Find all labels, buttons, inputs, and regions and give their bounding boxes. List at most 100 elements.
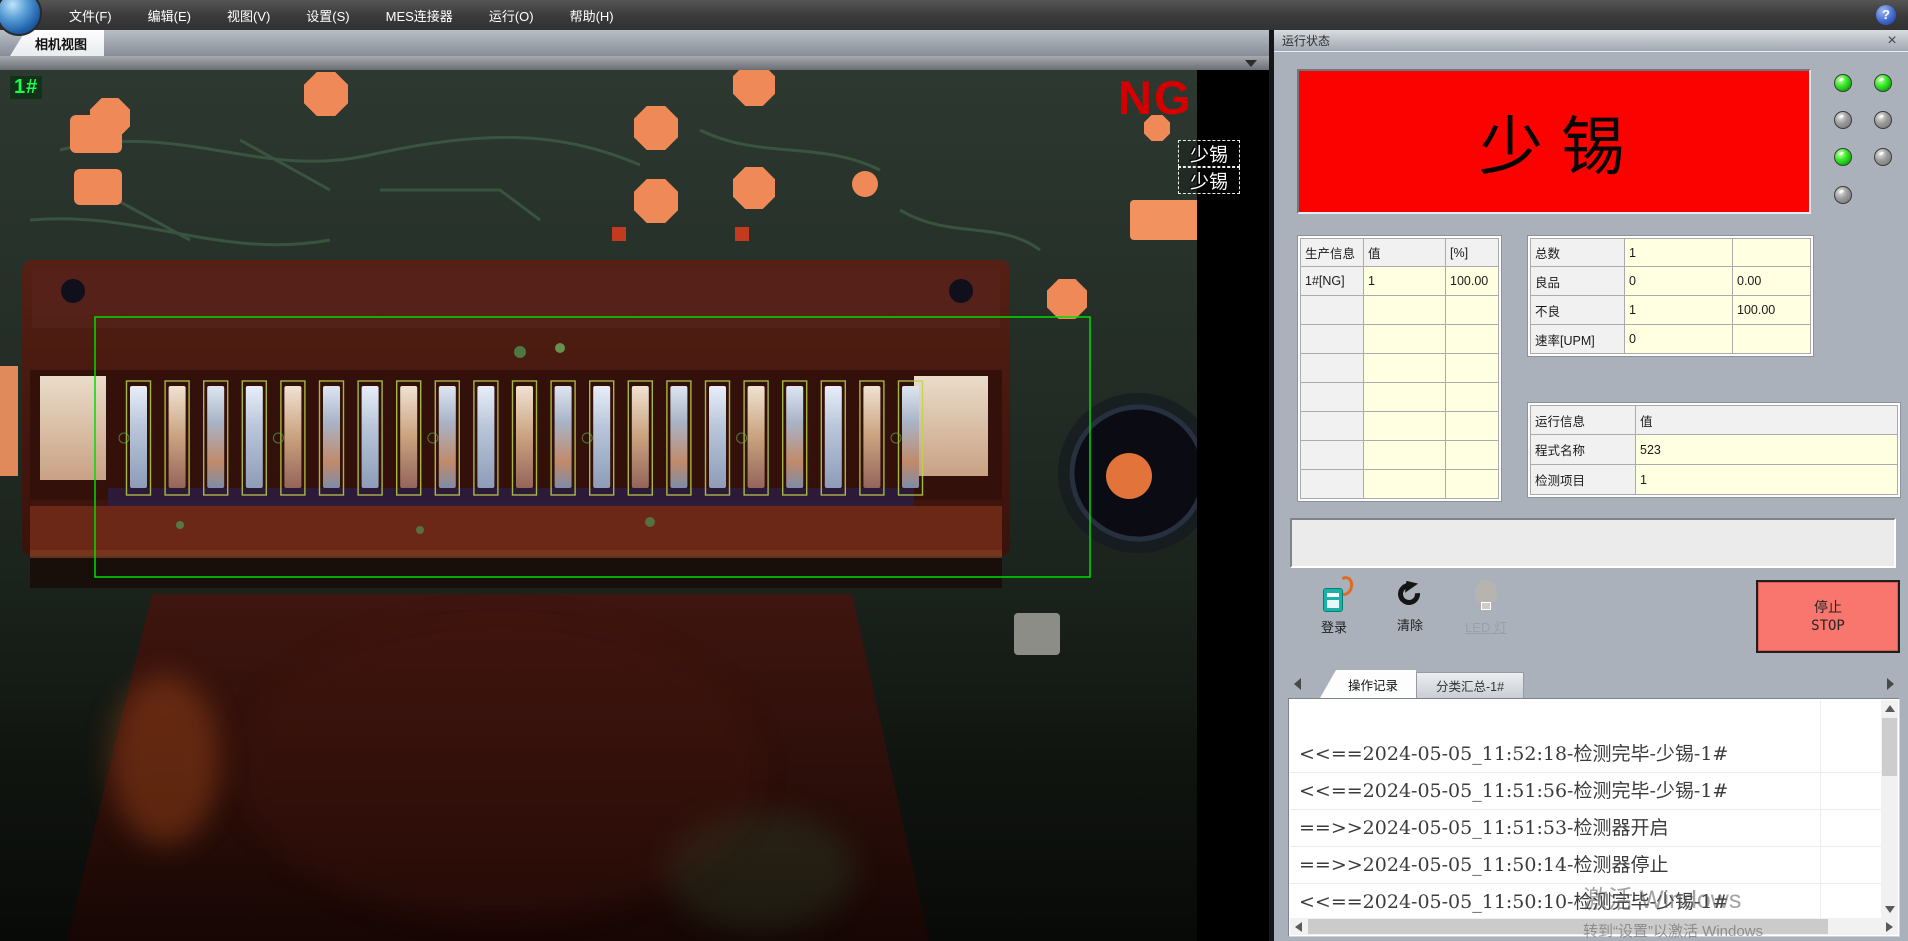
menu-item[interactable]: 视图(V): [212, 0, 285, 31]
log-entries: <<==2024-05-05_11:52:18-检测完毕-少锡-1#<<==20…: [1290, 700, 1881, 918]
chevron-right-icon[interactable]: [1887, 678, 1894, 690]
horizontal-scrollbar[interactable]: [1290, 918, 1898, 935]
scroll-left-icon[interactable]: [1295, 922, 1302, 932]
table-row: 1#[NG]1100.00: [1300, 267, 1499, 296]
menu-item[interactable]: MES连接器: [371, 0, 468, 31]
message-box: [1290, 518, 1896, 568]
menu-item[interactable]: 帮助(H): [555, 0, 629, 31]
status-led-gray: [1874, 111, 1892, 129]
cell-value: 100.00: [1446, 267, 1499, 296]
row-label: [1300, 470, 1364, 499]
menu-item[interactable]: 设置(S): [291, 0, 364, 31]
cell-value: 0.00: [1733, 267, 1811, 296]
cell-value: 0: [1625, 267, 1733, 296]
status-led-gray: [1834, 186, 1852, 204]
row-label: [1300, 441, 1364, 470]
cell-value: [1446, 441, 1499, 470]
operation-log-list[interactable]: <<==2024-05-05_11:52:18-检测完毕-少锡-1#<<==20…: [1288, 698, 1900, 937]
row-label: [1300, 383, 1364, 412]
scroll-right-icon[interactable]: [1886, 922, 1893, 932]
camera-view-pane: 1# NG 少锡 少锡: [0, 70, 1269, 941]
scroll-down-icon[interactable]: [1885, 906, 1895, 913]
row-label: [1300, 412, 1364, 441]
panel-title: 运行状态: [1274, 30, 1908, 52]
log-entry[interactable]: <<==2024-05-05_11:52:18-检测完毕-少锡-1#: [1290, 736, 1881, 773]
cell-value: [1446, 383, 1499, 412]
login-button[interactable]: 登录: [1302, 580, 1366, 652]
cell-value: [1364, 441, 1446, 470]
menu-item[interactable]: 编辑(E): [133, 0, 206, 31]
log-entry[interactable]: ==>>2024-05-05_11:51:53-检测器开启: [1290, 810, 1881, 847]
cell-value: [1446, 325, 1499, 354]
column-header: 值: [1636, 405, 1898, 435]
table-row: 速率[UPM]0: [1530, 325, 1811, 354]
bulb-icon: [1471, 580, 1501, 612]
column-header: 生产信息: [1300, 238, 1364, 267]
cell-value: [1364, 354, 1446, 383]
cell-value: 523: [1636, 435, 1898, 465]
camera-toolbar: [0, 56, 1269, 70]
defect-banner-text: 少锡: [1479, 96, 1643, 188]
cell-value: [1364, 296, 1446, 325]
cell-value: [1446, 412, 1499, 441]
cell-value: [1446, 354, 1499, 383]
stop-button[interactable]: 停止 STOP: [1756, 580, 1900, 653]
status-led-green: [1834, 74, 1852, 92]
status-led-green: [1874, 74, 1892, 92]
cell-value: [1446, 470, 1499, 499]
cell-value: 1: [1364, 267, 1446, 296]
chevron-left-icon[interactable]: [1294, 678, 1301, 690]
table-row: [1300, 412, 1499, 441]
row-label: 总数: [1530, 238, 1625, 267]
table-row: 良品00.00: [1530, 267, 1811, 296]
run-info-table: 运行信息值程式名称523检测项目1: [1527, 402, 1901, 498]
defect-label: 少锡: [1178, 167, 1240, 194]
row-label: 检测项目: [1530, 465, 1636, 495]
row-label: 良品: [1530, 267, 1625, 296]
scroll-up-icon[interactable]: [1885, 705, 1895, 712]
menu-item[interactable]: 运行(O): [474, 0, 549, 31]
vscroll-thumb[interactable]: [1882, 718, 1897, 776]
row-label: 不良: [1530, 296, 1625, 325]
log-tab-strip: 操作记录 分类汇总-1#: [1274, 670, 1908, 698]
menu-item[interactable]: 文件(F): [54, 0, 127, 31]
table-row: 不良1100.00: [1530, 296, 1811, 325]
row-label: 程式名称: [1530, 435, 1636, 465]
column-divider: [1820, 700, 1821, 918]
close-icon[interactable]: ×: [1884, 30, 1900, 52]
help-icon[interactable]: ?: [1876, 5, 1896, 25]
cell-value: 0: [1625, 325, 1733, 354]
menu-items: 文件(F)编辑(E)视图(V)设置(S)MES连接器运行(O)帮助(H): [54, 0, 629, 31]
vertical-scrollbar[interactable]: [1881, 700, 1898, 918]
cell-value: [1733, 238, 1811, 267]
row-label: [1300, 354, 1364, 383]
status-led-green: [1834, 148, 1852, 166]
cell-value: 100.00: [1733, 296, 1811, 325]
pcb-photo: [0, 70, 1197, 941]
table-row: [1300, 296, 1499, 325]
row-label: [1300, 325, 1364, 354]
row-label: [1300, 296, 1364, 325]
led-light-button[interactable]: LED 灯: [1454, 580, 1518, 652]
id-badge-icon: [1321, 580, 1347, 612]
status-led-gray: [1874, 148, 1892, 166]
hscroll-thumb[interactable]: [1308, 919, 1828, 934]
column-header: 运行信息: [1530, 405, 1636, 435]
log-entry[interactable]: ==>>2024-05-05_11:50:14-检测器停止: [1290, 847, 1881, 884]
view-tab-strip: 相机视图: [0, 30, 1269, 56]
menu-bar: 文件(F)编辑(E)视图(V)设置(S)MES连接器运行(O)帮助(H) ?: [0, 0, 1908, 30]
tab-operation-log[interactable]: 操作记录: [1320, 670, 1416, 698]
chevron-down-icon[interactable]: [1245, 60, 1257, 67]
table-row: 程式名称523: [1530, 435, 1898, 465]
cell-value: [1364, 325, 1446, 354]
log-entry[interactable]: <<==2024-05-05_11:50:10-检测完毕-少锡-1#: [1290, 884, 1881, 918]
cell-value: [1364, 470, 1446, 499]
column-header: [%]: [1446, 238, 1499, 267]
log-entry[interactable]: <<==2024-05-05_11:51:56-检测完毕-少锡-1#: [1290, 773, 1881, 810]
table-row: [1300, 441, 1499, 470]
tab-class-summary[interactable]: 分类汇总-1#: [1416, 672, 1524, 698]
refresh-icon: [1395, 580, 1425, 610]
clear-button[interactable]: 清除: [1378, 580, 1442, 652]
run-status-panel: 运行状态 × 少锡 生产信息值 [%]1#[NG]1100.00 总数 1 良品00.…: [1274, 30, 1908, 941]
table-row: [1300, 383, 1499, 412]
